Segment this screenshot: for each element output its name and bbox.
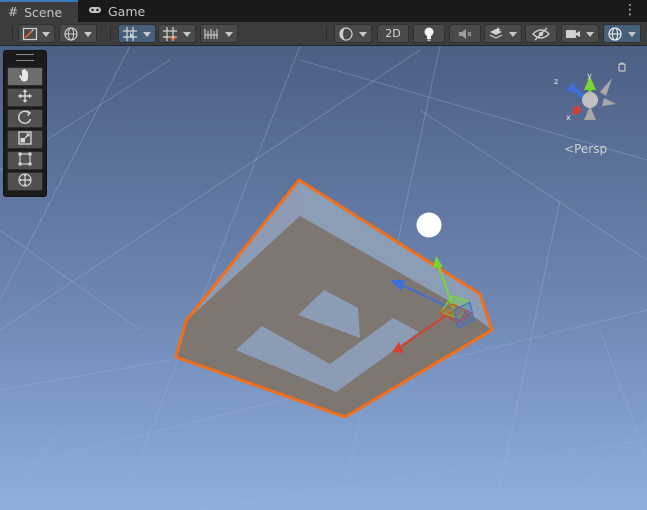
draw-mode-icon <box>22 27 38 41</box>
effects-dropdown[interactable] <box>484 24 522 43</box>
shading-mode-dropdown[interactable] <box>334 24 372 43</box>
scene-canvas[interactable]: y x z <box>0 46 647 510</box>
grid-snap-icon <box>122 26 138 42</box>
rect-transform-icon <box>17 151 33 171</box>
tab-game-label: Game <box>108 3 146 19</box>
move-arrows-icon <box>17 88 33 108</box>
back-chevron-icon: < <box>564 142 575 156</box>
global-local-dropdown[interactable] <box>59 24 97 43</box>
audio-mute-icon <box>457 27 473 41</box>
scene-toolbar: 2D <box>0 22 647 46</box>
gamepad-icon <box>88 4 102 18</box>
more-options-icon[interactable]: ⋮ <box>623 2 637 18</box>
gizmos-dropdown[interactable] <box>603 24 641 43</box>
increment-snap-dropdown[interactable] <box>158 24 196 43</box>
transform-icon <box>17 172 33 192</box>
rotate-icon <box>17 109 33 129</box>
scale-icon <box>17 130 33 150</box>
grid-hash-icon: # <box>8 5 19 19</box>
axis-label-x: x <box>566 113 571 122</box>
overlay-drag-handle[interactable] <box>16 54 34 61</box>
toggle-2d-button[interactable]: 2D <box>377 24 409 43</box>
move-tool-button[interactable] <box>7 88 43 107</box>
projection-label: Persp <box>574 142 608 156</box>
shading-sphere-icon <box>338 26 354 42</box>
point-light-icon[interactable] <box>416 212 442 238</box>
audio-toggle-button[interactable] <box>449 24 481 43</box>
draw-mode-dropdown[interactable] <box>18 24 55 43</box>
camera-settings-dropdown[interactable] <box>561 24 599 43</box>
ruler-icon <box>204 27 220 41</box>
rect-tool-button[interactable] <box>7 151 43 170</box>
increment-snap-icon <box>162 26 178 42</box>
hidden-eye-icon <box>532 27 550 41</box>
scene-viewport[interactable]: y x z <box>0 46 647 510</box>
toolbar-separator <box>12 26 13 41</box>
gizmos-globe-icon <box>607 26 623 42</box>
tools-overlay <box>3 50 47 197</box>
hand-icon <box>18 67 32 86</box>
scale-tool-button[interactable] <box>7 130 43 149</box>
hand-tool-button[interactable] <box>7 67 43 86</box>
tab-scene[interactable]: # Scene <box>0 0 78 22</box>
grid-snap-dropdown[interactable] <box>118 24 156 43</box>
toolbar-separator <box>326 26 327 41</box>
ruler-snap-dropdown[interactable] <box>200 24 238 43</box>
scene-visibility-button[interactable] <box>525 24 557 43</box>
rotate-tool-button[interactable] <box>7 109 43 128</box>
transform-tool-button[interactable] <box>7 172 43 191</box>
axis-label-z: z <box>554 77 558 86</box>
toggle-2d-label: 2D <box>385 27 401 40</box>
toolbar-separator <box>110 26 111 41</box>
lighting-toggle-button[interactable] <box>413 24 445 43</box>
tab-scene-label: Scene <box>24 4 63 20</box>
globe-icon <box>63 26 79 42</box>
tab-bar: # Scene Game ⋮ <box>0 0 647 23</box>
lightbulb-icon <box>422 26 436 42</box>
projection-toggle[interactable]: <Persp <box>564 142 607 156</box>
effects-layers-icon <box>488 26 504 42</box>
axis-label-y: y <box>587 71 592 80</box>
camera-icon <box>565 28 581 40</box>
tab-game[interactable]: Game <box>80 0 158 22</box>
